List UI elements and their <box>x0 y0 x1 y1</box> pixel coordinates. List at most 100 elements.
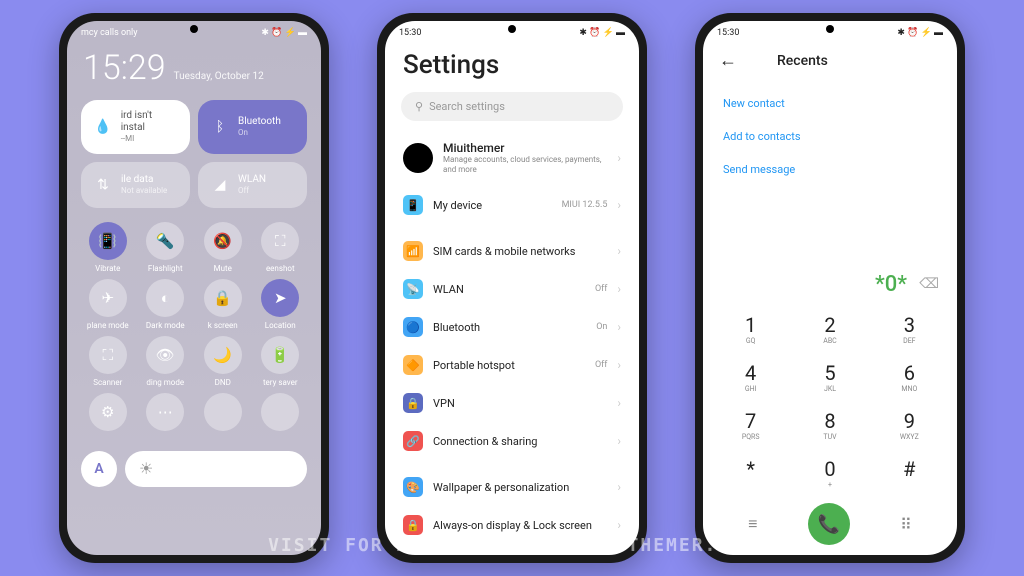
settings-row[interactable]: 🔗Connection & sharing› <box>385 422 639 460</box>
action-link[interactable]: New contact <box>723 87 937 120</box>
search-input[interactable]: ⚲ Search settings <box>401 92 623 121</box>
clock-row: 15:29 Tuesday, October 12 <box>67 40 321 100</box>
key-4[interactable]: 4GHI <box>711 353 790 401</box>
toggle-Dark mode[interactable]: ◐Dark mode <box>139 279 193 330</box>
setting-value: On <box>596 322 607 332</box>
toggle-label: Dark mode <box>146 321 185 330</box>
menu-icon[interactable]: ≡ <box>748 514 757 534</box>
setting-label: Bluetooth <box>433 321 586 334</box>
time: 15:29 <box>83 48 166 88</box>
key-letters: TUV <box>823 433 836 441</box>
setting-icon: 📶 <box>403 241 423 261</box>
settings-row[interactable]: 📡WLANOff› <box>385 270 639 308</box>
settings-row[interactable]: 🔶Portable hotspotOff› <box>385 346 639 384</box>
settings-row[interactable]: 🎨Wallpaper & personalization› <box>385 468 639 506</box>
status-icons: ✱ ⏰ ⚡ ▬ <box>579 27 625 38</box>
avatar <box>403 143 433 173</box>
setting-icon: 📱 <box>403 195 423 215</box>
key-number: 5 <box>824 361 835 385</box>
key-8[interactable]: 8TUV <box>790 401 869 449</box>
status-icons: ✱ ⏰ ⚡ ▬ <box>897 27 943 38</box>
dialed-number: *0* <box>875 272 907 297</box>
key-0[interactable]: 0+ <box>790 449 869 497</box>
account-name: Miuithemer <box>443 141 607 155</box>
toggle-label: tery saver <box>263 378 298 387</box>
toggle-icon: 📳 <box>89 222 127 260</box>
toggle-Location[interactable]: ➤Location <box>254 279 308 330</box>
toggle-label: Vibrate <box>95 264 120 273</box>
wifi-icon: ◢ <box>210 175 230 195</box>
setting-value: Off <box>595 360 607 370</box>
tile-data[interactable]: ⇅ ile dataNot available <box>81 162 190 208</box>
action-link[interactable]: Add to contacts <box>723 120 937 153</box>
key-#[interactable]: # <box>870 449 949 497</box>
toggle-extra[interactable] <box>254 393 308 435</box>
phone-settings: 15:30 ✱ ⏰ ⚡ ▬ Settings ⚲ Search settings… <box>377 13 647 563</box>
key-*[interactable]: * <box>711 449 790 497</box>
key-2[interactable]: 2ABC <box>790 305 869 353</box>
toggle-extra[interactable]: ⚙ <box>81 393 135 435</box>
toggle-DND[interactable]: 🌙DND <box>196 336 250 387</box>
key-3[interactable]: 3DEF <box>870 305 949 353</box>
tile-humidity[interactable]: 💧 ird isn't instal--MI <box>81 100 190 154</box>
page-title: Recents <box>777 53 828 69</box>
setting-icon: 🎨 <box>403 477 423 497</box>
toggle-tery saver[interactable]: 🔋 tery saver <box>254 336 308 387</box>
key-number: 0 <box>824 457 835 481</box>
account-row[interactable]: Miuithemer Manage accounts, cloud servic… <box>385 133 639 186</box>
toggle-icon: ➤ <box>261 279 299 317</box>
toggle-extra[interactable]: ⋯ <box>139 393 193 435</box>
toggle-label: Flashlight <box>148 264 183 273</box>
toggle-Scanner[interactable]: ⛶Scanner <box>81 336 135 387</box>
toggle-icon: 🔋 <box>261 336 299 374</box>
setting-value: Off <box>595 284 607 294</box>
back-icon[interactable]: ← <box>719 50 737 71</box>
tile-wlan[interactable]: ◢ WLANOff <box>198 162 307 208</box>
settings-row[interactable]: 📶SIM cards & mobile networks› <box>385 232 639 270</box>
toggle-eenshot[interactable]: ⛶eenshot <box>254 222 308 273</box>
toggle-extra[interactable] <box>196 393 250 435</box>
settings-row[interactable]: 🔵BluetoothOn› <box>385 308 639 346</box>
toggle-icon: ✈ <box>89 279 127 317</box>
setting-label: My device <box>433 199 552 212</box>
key-number: 2 <box>824 313 835 337</box>
key-9[interactable]: 9WXYZ <box>870 401 949 449</box>
settings-row[interactable]: 🔒VPN› <box>385 384 639 422</box>
brightness-slider[interactable]: ☀ <box>125 451 307 487</box>
key-1[interactable]: 1GQ <box>711 305 790 353</box>
auto-button[interactable]: A <box>81 451 117 487</box>
phone-control-center: mcy calls only ✱ ⏰ ⚡ ▬ 15:29 Tuesday, Oc… <box>59 13 329 563</box>
key-5[interactable]: 5JKL <box>790 353 869 401</box>
setting-icon: 🔗 <box>403 431 423 451</box>
toggle-plane mode[interactable]: ✈plane mode <box>81 279 135 330</box>
key-number: * <box>746 457 755 481</box>
dialpad-icon[interactable]: ⠿ <box>900 515 912 534</box>
key-7[interactable]: 7PQRS <box>711 401 790 449</box>
search-icon: ⚲ <box>415 100 423 113</box>
toggle-label: Mute <box>214 264 232 273</box>
key-6[interactable]: 6MNO <box>870 353 949 401</box>
tile-bluetooth[interactable]: ᛒ BluetoothOn <box>198 100 307 154</box>
key-number: # <box>903 457 915 481</box>
key-number: 8 <box>824 409 835 433</box>
key-number: 4 <box>745 361 756 385</box>
action-link[interactable]: Send message <box>723 153 937 186</box>
toggle-Vibrate[interactable]: 📳 Vibrate <box>81 222 135 273</box>
toggle-icon: ⋯ <box>146 393 184 431</box>
key-number: 6 <box>904 361 915 385</box>
search-placeholder: Search settings <box>429 100 505 113</box>
key-number: 3 <box>904 313 915 337</box>
status-icons: ✱ ⏰ ⚡ ▬ <box>261 27 307 38</box>
setting-label: VPN <box>433 397 597 410</box>
status-text: mcy calls only <box>81 28 138 38</box>
toggle-ding mode[interactable]: 👁ding mode <box>139 336 193 387</box>
phone-dialer: 15:30 ✱ ⏰ ⚡ ▬ ← Recents New contactAdd t… <box>695 13 965 563</box>
backspace-icon[interactable]: ⌫ <box>919 276 939 292</box>
toggle-icon: ⚙ <box>89 393 127 431</box>
chevron-right-icon: › <box>617 518 621 532</box>
watermark: VISIT FOR MORE THEMES - MIUITHEMER.COM <box>0 535 1024 556</box>
toggle-k screen[interactable]: 🔒k screen <box>196 279 250 330</box>
toggle-Mute[interactable]: 🔕Mute <box>196 222 250 273</box>
settings-row[interactable]: 📱My deviceMIUI 12.5.5› <box>385 186 639 224</box>
toggle-Flashlight[interactable]: 🔦Flashlight <box>139 222 193 273</box>
